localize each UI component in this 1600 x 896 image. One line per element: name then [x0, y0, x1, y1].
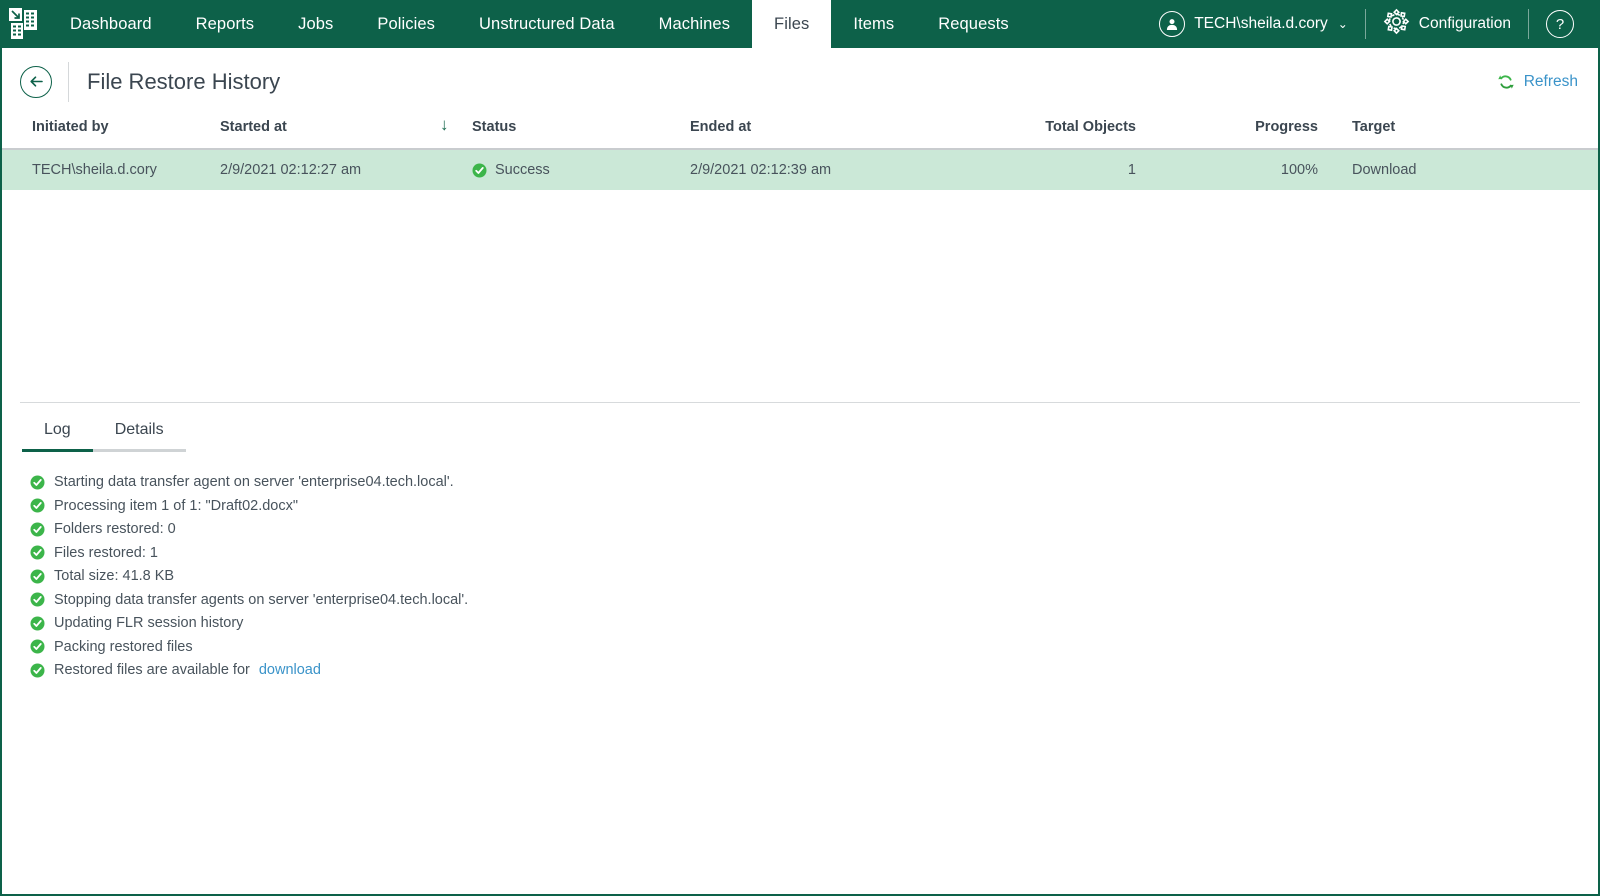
nav-tab-requests[interactable]: Requests	[916, 0, 1031, 48]
app-logo[interactable]	[0, 0, 48, 48]
nav-tab-policies[interactable]: Policies	[355, 0, 457, 48]
log-entry-text: Updating FLR session history	[54, 615, 244, 631]
nav-tab-items[interactable]: Items	[831, 0, 916, 48]
success-check-icon	[472, 163, 487, 177]
user-menu-label: TECH\sheila.d.cory	[1194, 15, 1328, 32]
list-item: Processing item 1 of 1: "Draft02.docx"	[30, 494, 1598, 518]
back-button[interactable]	[20, 65, 52, 98]
header-divider	[68, 61, 69, 102]
column-header-ended-at[interactable]: Ended at	[690, 115, 1018, 150]
log-entry-text: Starting data transfer agent on server '…	[54, 474, 454, 490]
nav-right-area: TECH\sheila.d.cory ⌄ Configuration ?	[1142, 0, 1600, 48]
nav-tab-machines[interactable]: Machines	[637, 0, 752, 48]
cell-ended-at: 2/9/2021 02:12:39 am	[690, 149, 1018, 190]
cell-initiated-by: TECH\sheila.d.cory	[2, 149, 220, 190]
refresh-button[interactable]: Refresh	[1497, 73, 1578, 91]
column-header-started-at[interactable]: Started at	[220, 115, 440, 150]
main-nav-tabs: Dashboard Reports Jobs Policies Unstruct…	[48, 0, 1031, 48]
column-header-total-objects[interactable]: Total Objects	[1018, 115, 1136, 150]
success-check-icon	[30, 498, 45, 513]
log-entry-text: Packing restored files	[54, 638, 193, 655]
success-check-icon	[30, 545, 45, 560]
list-item: Restored files are available for downloa…	[30, 658, 1598, 682]
help-button[interactable]: ?	[1529, 9, 1586, 39]
success-check-icon	[30, 639, 45, 654]
table-header: Initiated by Started at ↓ Status Ended a…	[2, 115, 1598, 150]
list-item: Stopping data transfer agents on server …	[30, 588, 1598, 612]
success-check-icon	[30, 616, 45, 630]
list-item: Packing restored files	[30, 635, 1598, 659]
success-check-icon	[30, 569, 45, 583]
tab-log[interactable]: Log	[22, 415, 93, 453]
list-item: Total size: 41.8 KB	[30, 564, 1598, 588]
cell-sort-spacer	[440, 149, 472, 190]
nav-tab-files[interactable]: Files	[752, 0, 832, 48]
details-tabstrip: Log Details	[2, 415, 1598, 453]
column-header-progress[interactable]: Progress	[1218, 115, 1318, 150]
nav-tab-reports[interactable]: Reports	[174, 0, 276, 48]
configuration-label: Configuration	[1418, 15, 1511, 32]
log-entry-text: Folders restored: 0	[54, 521, 176, 537]
page-shell: File Restore History Refresh Initiated b…	[0, 48, 1600, 896]
veeam-building-download-icon	[9, 8, 37, 39]
user-avatar-icon	[1159, 11, 1186, 37]
file-restore-history-table: Initiated by Started at ↓ Status Ended a…	[2, 115, 1598, 190]
refresh-icon	[1498, 74, 1514, 89]
status-label: Success	[495, 162, 550, 178]
log-entry-text: Stopping data transfer agents on server …	[54, 591, 469, 608]
help-icon: ?	[1546, 10, 1574, 38]
nav-tab-jobs[interactable]: Jobs	[276, 0, 355, 48]
log-entry-list: Starting data transfer agent on server '…	[2, 452, 1598, 894]
cell-started-at: 2/9/2021 02:12:27 am	[220, 149, 440, 190]
success-check-icon	[30, 592, 45, 607]
cell-target: Download	[1352, 149, 1598, 190]
page-header: File Restore History Refresh	[2, 48, 1598, 115]
refresh-label: Refresh	[1523, 72, 1578, 90]
configuration-button[interactable]: Configuration	[1366, 8, 1528, 40]
column-header-initiated-by[interactable]: Initiated by	[2, 115, 220, 150]
sort-descending-icon[interactable]: ↓	[440, 115, 449, 134]
list-item: Files restored: 1	[30, 541, 1598, 565]
log-entry-text: Total size: 41.8 KB	[54, 568, 175, 584]
user-menu[interactable]: TECH\sheila.d.cory ⌄	[1142, 9, 1365, 39]
page-title: File Restore History	[87, 68, 281, 94]
log-entry-text: Processing item 1 of 1: "Draft02.docx"	[54, 497, 299, 514]
column-header-gap-1	[1136, 115, 1218, 150]
column-header-target[interactable]: Target	[1352, 115, 1598, 150]
details-panel-divider	[20, 402, 1580, 404]
cell-gap-2	[1318, 149, 1352, 190]
success-check-icon	[30, 663, 45, 677]
list-item: Starting data transfer agent on server '…	[30, 470, 1598, 494]
table-body: TECH\sheila.d.cory 2/9/2021 02:12:27 am …	[2, 149, 1598, 190]
column-header-gap-2	[1318, 115, 1352, 150]
list-item: Folders restored: 0	[30, 517, 1598, 541]
top-navigation-bar: Dashboard Reports Jobs Policies Unstruct…	[0, 0, 1600, 48]
table-row[interactable]: TECH\sheila.d.cory 2/9/2021 02:12:27 am …	[2, 149, 1598, 190]
sort-indicator-cell: ↓	[440, 115, 472, 150]
nav-tab-unstructured-data[interactable]: Unstructured Data	[457, 0, 637, 48]
list-item: Updating FLR session history	[30, 611, 1598, 635]
success-check-icon	[30, 522, 45, 536]
cell-total-objects: 1	[1018, 149, 1136, 190]
cell-progress: 100%	[1218, 149, 1318, 190]
chevron-down-icon: ⌄	[1337, 17, 1348, 31]
success-check-icon	[30, 475, 45, 489]
download-link[interactable]: download	[259, 662, 321, 678]
tab-details[interactable]: Details	[92, 415, 186, 453]
table-header-row: Initiated by Started at ↓ Status Ended a…	[2, 115, 1598, 150]
log-entry-text: Files restored: 1	[54, 544, 158, 561]
back-arrow-icon	[29, 76, 43, 87]
status-badge: Success	[472, 162, 690, 178]
nav-tab-dashboard[interactable]: Dashboard	[48, 0, 174, 48]
gear-icon	[1383, 8, 1410, 40]
cell-gap-1	[1136, 149, 1218, 190]
log-entry-text: Restored files are available for	[54, 662, 250, 678]
column-header-status[interactable]: Status	[472, 115, 690, 150]
cell-status: Success	[472, 149, 690, 190]
